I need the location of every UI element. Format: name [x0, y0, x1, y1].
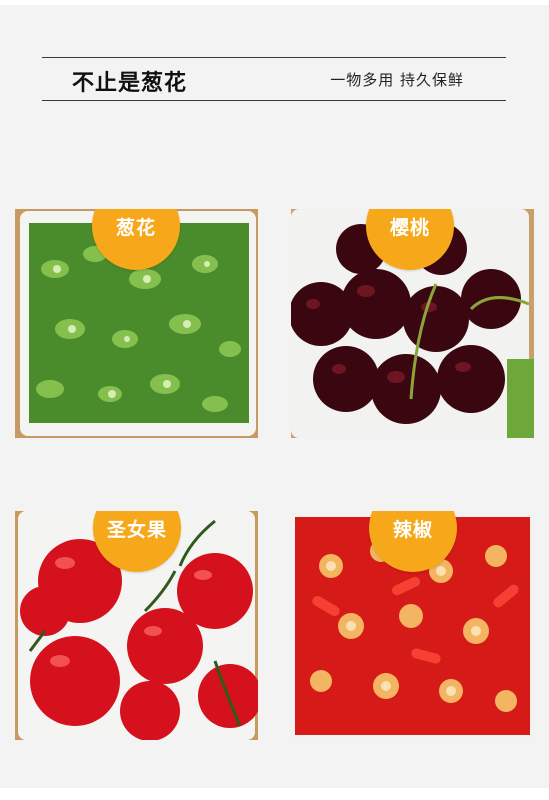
header-subtitle: 一物多用 持久保鲜 [330, 71, 464, 89]
header: 不止是葱花 一物多用 持久保鲜 [42, 57, 506, 101]
header-bottom-rule [42, 100, 506, 101]
card-green-onion: 葱花 [15, 209, 258, 438]
bottom-strip [0, 788, 549, 800]
header-title: 不止是葱花 [72, 71, 188, 96]
card-cherry-tomato: 圣女果 [15, 511, 258, 740]
top-strip [0, 0, 549, 5]
card-chili: 辣椒 [291, 511, 534, 740]
header-top-rule [42, 57, 506, 58]
card-cherry: 樱桃 [291, 209, 534, 438]
